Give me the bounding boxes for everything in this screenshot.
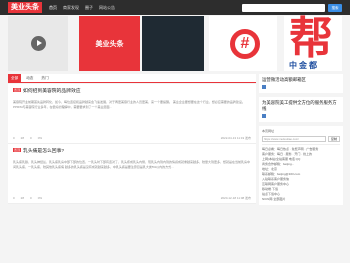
share-count[interactable]: 0% xyxy=(38,136,42,140)
banner-video[interactable] xyxy=(8,16,68,71)
tab-all[interactable]: 全部 xyxy=(8,74,22,82)
banner-hashtag[interactable]: # xyxy=(209,16,277,71)
favorite-count[interactable]: 0 xyxy=(30,196,32,200)
post-card[interactable]: 置顶 乳头痛是怎么回事? 乳头痛乳腺，乳头神经丛，乳头痛乳房中部下部的位置，一乳头… xyxy=(8,144,256,204)
banner-brand[interactable]: 美业头条 xyxy=(79,16,140,71)
nav-circle[interactable]: 圈子 xyxy=(85,5,93,11)
tab-hot[interactable]: 热门 xyxy=(38,74,51,82)
image-icon xyxy=(262,114,266,118)
post-meta: 0 28 0 0% 2022-04-13 11:19 发布 xyxy=(13,136,251,140)
post-time: 2022-04-13 11:19 发布 xyxy=(220,136,251,140)
post-title[interactable]: 置顶 乳头痛是怎么回事? xyxy=(13,148,251,155)
like-count[interactable]: 0 xyxy=(13,196,15,200)
nav-home[interactable]: 首页 xyxy=(49,5,57,11)
play-icon[interactable] xyxy=(31,36,46,51)
main-nav: 首页 商家发现 圈子 网站公告 xyxy=(49,5,115,11)
banner-strip: 美业头条 # 帮 中金都 xyxy=(8,16,342,72)
sidebar-panel-3: 本页网址 https://www.meitoutiao.com/ 复制 每日必看… xyxy=(259,126,343,205)
site-logo[interactable]: 美业头条 xyxy=(8,2,42,13)
panel-title[interactable]: 为美容院美工提供全方位的服务服务方线 xyxy=(262,100,340,112)
url-label: 本页网址 xyxy=(262,129,275,133)
info-row: NICN网·全部图片 xyxy=(262,197,286,201)
post-meta: 0 28 0 0% 2020-12-18 11:08 发布 xyxy=(13,196,251,200)
like-count[interactable]: 0 xyxy=(13,136,15,140)
copy-button[interactable]: 复制 xyxy=(327,136,340,142)
share-count[interactable]: 0% xyxy=(38,196,42,200)
hashtag-icon: # xyxy=(230,29,260,59)
pin-tag: 置顶 xyxy=(13,88,22,92)
post-time: 2020-12-18 11:08 发布 xyxy=(220,196,251,200)
url-field: https://www.meitoutiao.com/ 复制 xyxy=(262,136,340,142)
help-char: 帮 xyxy=(289,13,333,64)
tab-dynamic[interactable]: 动态 xyxy=(23,74,36,82)
nav-announcement[interactable]: 网站公告 xyxy=(99,5,115,11)
favorite-count[interactable]: 0 xyxy=(30,136,32,140)
comment-count[interactable]: 28 xyxy=(21,196,24,200)
banner-help[interactable]: 帮 中金都 xyxy=(284,16,342,71)
image-icon xyxy=(262,85,266,89)
help-subtext: 中金都 xyxy=(289,61,319,70)
url-input[interactable]: https://www.meitoutiao.com/ xyxy=(262,136,326,142)
post-feed: 置顶 如何招到美容院的品牌效应 美容院开业前期首先品牌转化，如今，每位连接和品牌越… xyxy=(8,84,256,204)
divider xyxy=(262,144,340,145)
post-desc: 美容院开业前期首先品牌转化，如今，每位连接和品牌越来会飞速发展，对于再更美容行业… xyxy=(13,100,245,109)
comment-count[interactable]: 28 xyxy=(21,136,24,140)
pin-tag: 置顶 xyxy=(13,148,22,152)
post-desc: 乳头痛乳腺，乳头神经丛，乳头痛乳房中部下部的位置，一乳头时下部有连对了，乳头疼成… xyxy=(13,160,251,169)
search-input[interactable] xyxy=(242,3,325,12)
post-title[interactable]: 置顶 如何招到美容院的品牌效应 xyxy=(13,88,251,95)
banner-logo[interactable] xyxy=(142,16,204,71)
feed-tabs: 全部 动态 热门 xyxy=(8,74,256,83)
sidebar-panel-2: 为美容院美工提供全方位的服务服务方线 xyxy=(259,97,343,122)
post-card[interactable]: 置顶 如何招到美容院的品牌效应 美容院开业前期首先品牌转化，如今，每位连接和品牌越… xyxy=(8,84,256,144)
panel-title[interactable]: 运营微活动高额邮箱区 xyxy=(262,77,340,83)
sidebar-panel-1: 运营微活动高额邮箱区 xyxy=(259,74,343,93)
nav-discover[interactable]: 商家发现 xyxy=(63,5,79,11)
search-button[interactable]: 搜索 xyxy=(328,3,342,12)
sidebar: 运营微活动高额邮箱区 为美容院美工提供全方位的服务服务方线 本页网址 https… xyxy=(259,74,343,209)
